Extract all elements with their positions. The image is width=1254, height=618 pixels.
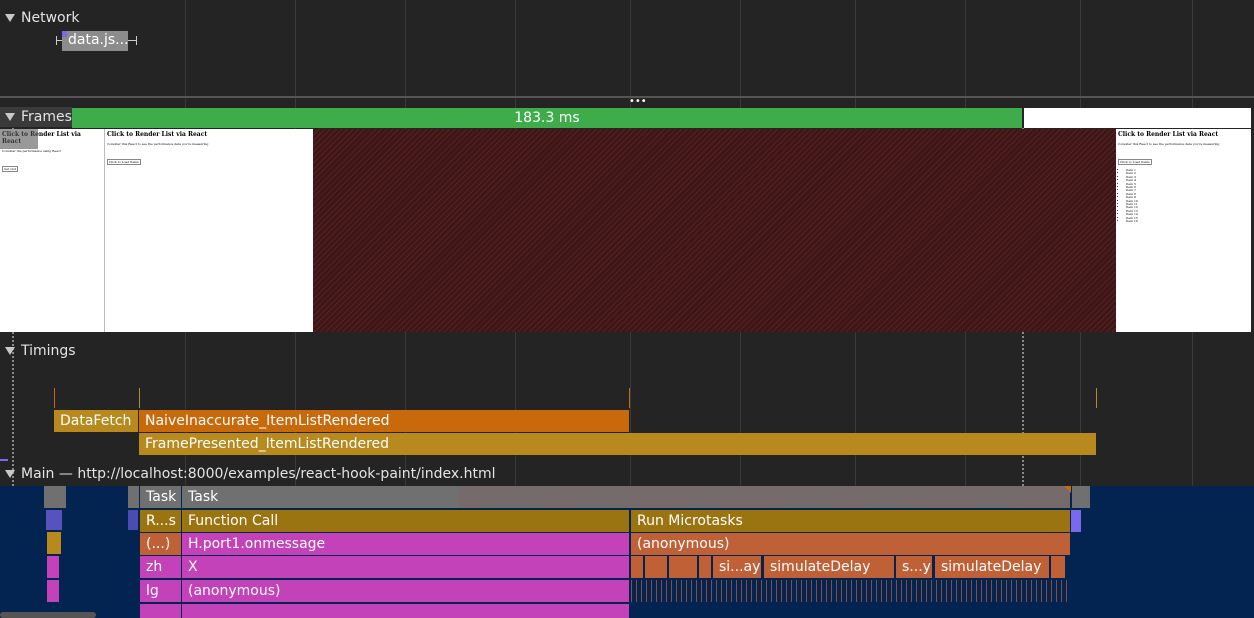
horizontal-scrollbar[interactable] <box>0 612 96 618</box>
flame-task-long[interactable]: Task <box>182 486 458 508</box>
flame-partial-row[interactable] <box>182 604 629 618</box>
flame-sliver[interactable] <box>128 486 139 508</box>
frame-bar[interactable]: 183.3 ms <box>72 108 1022 128</box>
flame-task-short[interactable]: Task <box>140 486 181 508</box>
flame-small-call[interactable] <box>631 556 643 578</box>
collapse-triangle-icon <box>5 113 15 121</box>
flame-sliver[interactable] <box>128 510 138 530</box>
frame-screenshot-3[interactable]: Click to Render List via React Consider … <box>1116 129 1251 332</box>
flame-small-call[interactable] <box>1051 556 1065 578</box>
flame-zh[interactable]: zh <box>140 556 181 578</box>
flame-anonymous-microtask[interactable]: (anonymous) <box>631 533 1070 555</box>
flame-simulate-delay-2[interactable]: simulateDelay <box>764 556 894 578</box>
flame-sliver[interactable] <box>1071 510 1081 532</box>
long-task-marker-icon <box>1064 486 1071 493</box>
timing-tick <box>54 388 55 408</box>
frames-label: Frames <box>21 109 72 125</box>
collapse-triangle-icon <box>5 347 15 355</box>
timing-tick <box>139 388 140 408</box>
timing-tick <box>1096 388 1097 408</box>
flame-partial-row[interactable] <box>140 604 181 618</box>
timing-tick <box>629 388 630 408</box>
flame-x[interactable]: X <box>182 556 629 578</box>
timings-label: Timings <box>21 343 76 359</box>
flame-sliver[interactable] <box>47 580 59 602</box>
flame-simulate-delay-4[interactable]: simulateDelay <box>935 556 1049 578</box>
flame-task-long-warning[interactable] <box>458 486 1070 508</box>
flame-lg[interactable]: lg <box>140 580 181 602</box>
network-request-label: data.js... <box>68 32 129 48</box>
collapse-triangle-icon <box>5 14 15 22</box>
timing-frame-presented[interactable]: FramePresented_ItemListRendered <box>139 433 1096 455</box>
splitter-handle-icon[interactable]: ••• <box>629 97 647 107</box>
flame-sliver[interactable] <box>44 486 66 508</box>
collapse-triangle-icon <box>5 470 15 478</box>
frame-screenshot-1[interactable]: Click to Render List via React Consider … <box>0 129 105 332</box>
flame-sliver[interactable] <box>47 556 59 578</box>
frame-bar-empty[interactable] <box>1024 108 1251 128</box>
network-label: Network <box>21 10 80 26</box>
timing-datafetch[interactable]: DataFetch <box>54 410 138 432</box>
flame-sliver[interactable] <box>47 532 61 554</box>
flame-port-onmessage[interactable]: H.port1.onmessage <box>182 533 629 555</box>
network-request-whisker-right <box>128 36 137 45</box>
flame-small-call[interactable] <box>645 556 667 578</box>
flame-function-call[interactable]: Function Call <box>182 510 629 532</box>
main-track-accent <box>0 459 8 461</box>
network-request[interactable]: data.js... <box>62 31 129 51</box>
frame-duration-label: 183.3 ms <box>514 110 580 126</box>
flame-run-microtasks[interactable]: Run Microtasks <box>631 510 1070 532</box>
flame-sliver[interactable] <box>1072 486 1090 508</box>
flame-deep-calls[interactable] <box>631 580 1070 602</box>
frames-track-header[interactable]: Frames <box>0 107 72 127</box>
network-track-header[interactable]: Network <box>0 8 79 28</box>
flame-anonymous-handler[interactable]: (anonymous) <box>182 580 629 602</box>
timing-naive-inaccurate[interactable]: NaiveInaccurate_ItemListRendered <box>139 410 629 432</box>
flame-simulate-delay-1[interactable]: si...ay <box>713 556 761 578</box>
dropped-frames-region[interactable] <box>313 129 1116 332</box>
flame-simulate-delay-3[interactable]: s...y <box>896 556 932 578</box>
flame-sliver[interactable] <box>46 510 62 530</box>
main-label: Main — http://localhost:8000/examples/re… <box>21 466 496 482</box>
main-track-header[interactable]: Main — http://localhost:8000/examples/re… <box>0 464 496 484</box>
timings-track-header[interactable]: Timings <box>0 341 76 361</box>
frame-screenshot-2[interactable]: Click to Render List via React Consider … <box>105 129 313 332</box>
flame-small-call[interactable] <box>699 556 711 578</box>
flame-r-s[interactable]: R...s <box>140 510 181 532</box>
flame-small-call[interactable] <box>669 556 697 578</box>
track-splitter[interactable] <box>0 96 1254 98</box>
flame-paren-call[interactable]: (...) <box>140 533 181 555</box>
